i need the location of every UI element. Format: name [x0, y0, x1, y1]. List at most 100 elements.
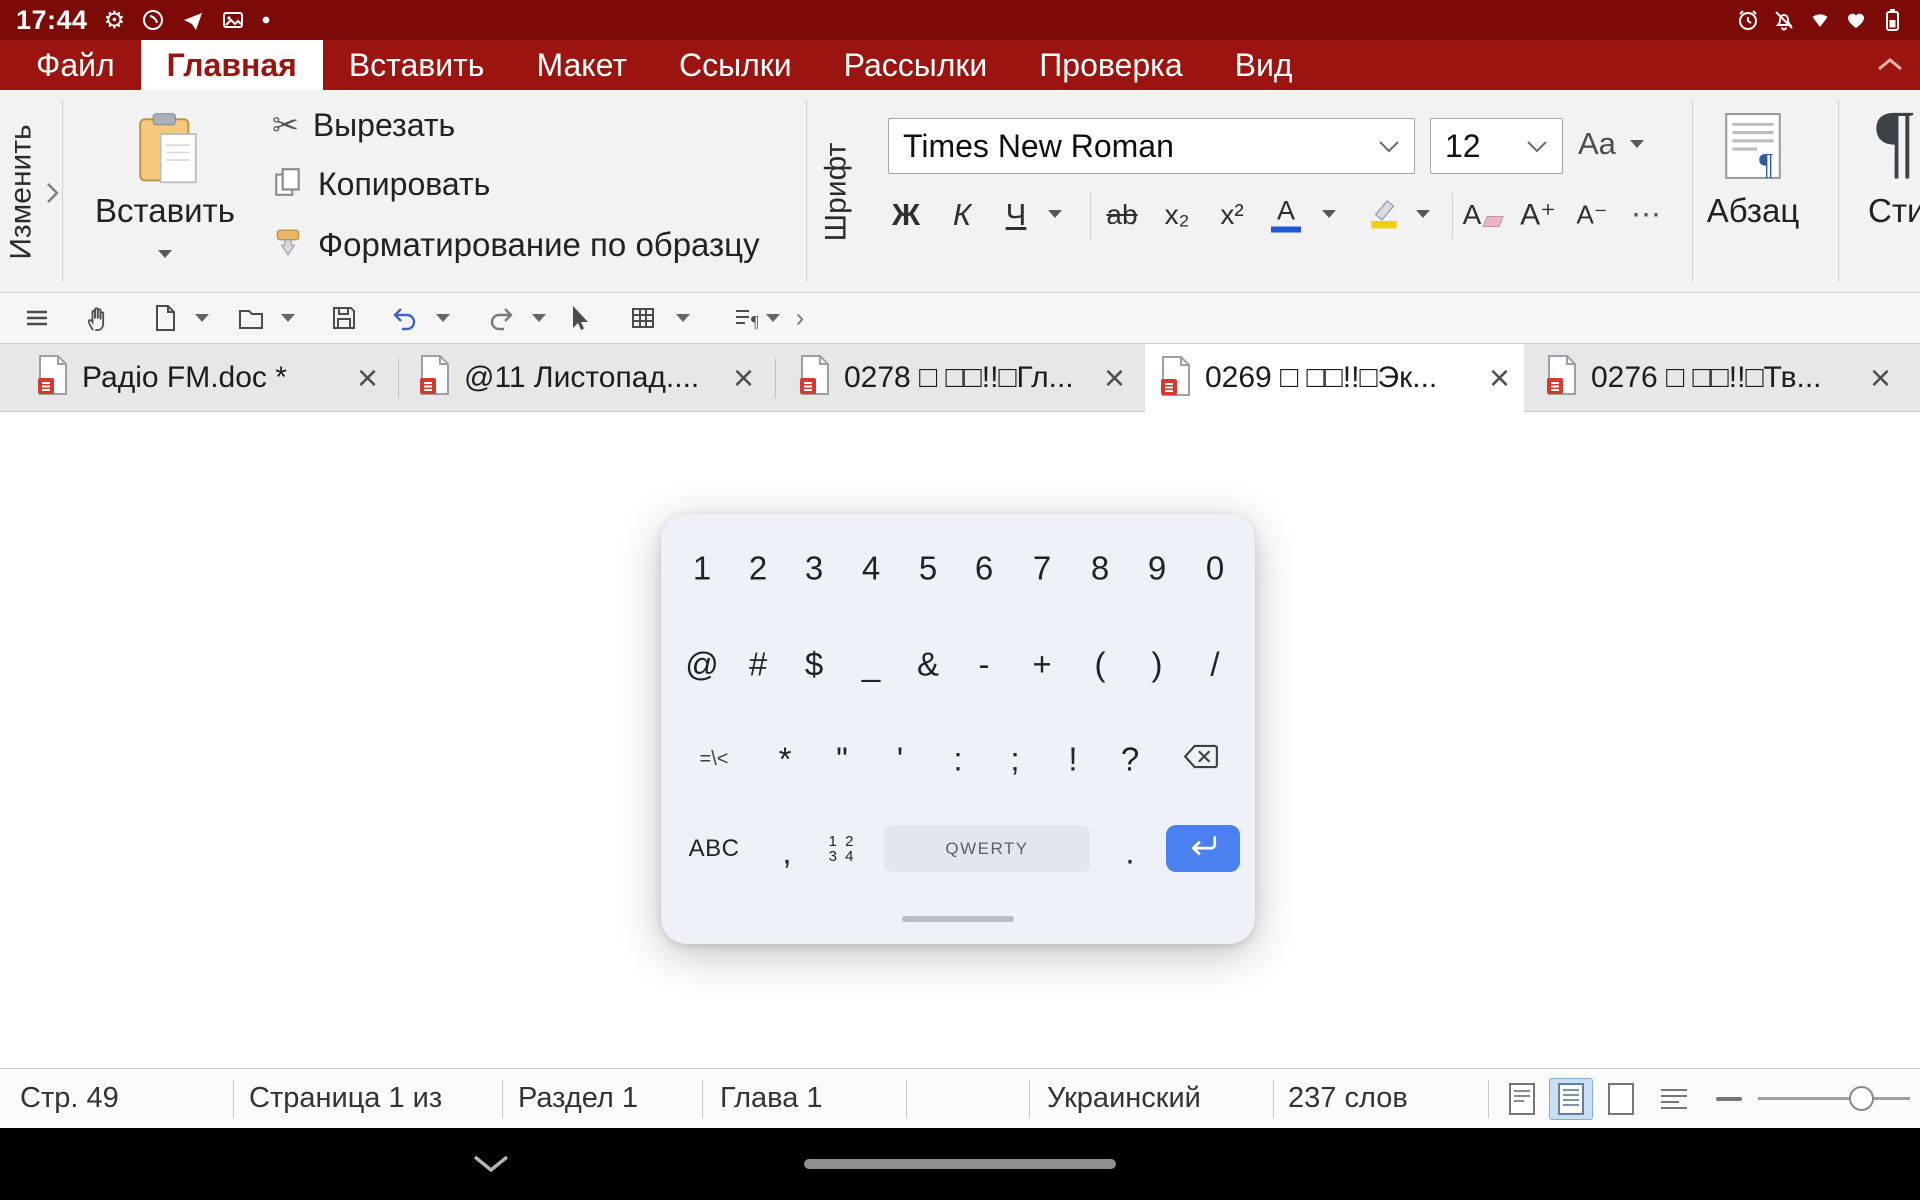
numeric-pad-key[interactable]: 1 2 3 4: [829, 834, 856, 864]
key-ampersand[interactable]: &: [917, 648, 939, 681]
key-plus[interactable]: +: [1032, 648, 1051, 681]
tab-view[interactable]: Вид: [1209, 40, 1319, 90]
tab-review[interactable]: Проверка: [1013, 40, 1208, 90]
highlight-button[interactable]: [1366, 195, 1402, 236]
table-dropdown-icon[interactable]: [676, 314, 690, 322]
underline-dropdown-icon[interactable]: [1048, 210, 1062, 218]
key-paren-open[interactable]: (: [1095, 648, 1106, 681]
insert-table-icon[interactable]: [628, 303, 658, 333]
chevron-right-icon[interactable]: [46, 182, 59, 209]
close-tab-icon[interactable]: ×: [1870, 360, 1891, 396]
zoom-slider-track[interactable]: [1758, 1097, 1910, 1100]
toolbar-overflow-icon[interactable]: ›: [796, 303, 805, 334]
key-0[interactable]: 0: [1206, 552, 1224, 585]
tab-file[interactable]: Файл: [10, 40, 141, 90]
view-full-screen-icon[interactable]: [1599, 1078, 1643, 1120]
key-hash[interactable]: #: [749, 648, 767, 681]
home-pill[interactable]: [804, 1159, 1116, 1169]
key-asterisk[interactable]: *: [779, 743, 792, 776]
tab-insert[interactable]: Вставить: [323, 40, 511, 90]
new-document-dropdown-icon[interactable]: [195, 314, 209, 322]
undo-icon[interactable]: [389, 303, 419, 333]
document-tab-active[interactable]: 0269 □ □□!!□Эк... ×: [1145, 344, 1524, 412]
font-size-combobox[interactable]: 12: [1430, 118, 1563, 174]
save-icon[interactable]: [329, 303, 359, 333]
hide-keyboard-chevron-icon[interactable]: [472, 1154, 510, 1179]
bold-button[interactable]: Ж: [892, 197, 920, 233]
key-6[interactable]: 6: [975, 552, 993, 585]
copy-button[interactable]: Копировать: [272, 166, 490, 203]
language-indicator[interactable]: Украинский: [1047, 1069, 1201, 1127]
close-tab-icon[interactable]: ×: [1489, 360, 1510, 396]
document-tab[interactable]: 0278 □ □□!!□Гл... ×: [784, 344, 1139, 411]
view-mobile-icon[interactable]: [1500, 1078, 1544, 1120]
tab-home[interactable]: Главная: [141, 40, 323, 90]
enter-key[interactable]: [1166, 825, 1240, 872]
key-minus[interactable]: -: [979, 648, 990, 681]
paragraph-group-button[interactable]: ¶: [1724, 112, 1782, 180]
key-underscore[interactable]: _: [862, 648, 880, 681]
highlight-dropdown-icon[interactable]: [1416, 210, 1430, 218]
paste-button[interactable]: [130, 110, 206, 186]
key-doublequote[interactable]: ": [836, 743, 848, 776]
superscript-button[interactable]: x²: [1220, 199, 1243, 231]
document-tab[interactable]: Радіо FM.doc * ×: [22, 344, 392, 411]
view-print-layout-icon[interactable]: [1549, 1078, 1593, 1120]
key-semicolon[interactable]: ;: [1010, 743, 1019, 776]
chevron-down-icon[interactable]: [1378, 140, 1400, 153]
key-4[interactable]: 4: [862, 552, 880, 585]
key-apostrophe[interactable]: ': [897, 743, 903, 776]
view-options-icon[interactable]: [22, 303, 52, 333]
close-tab-icon[interactable]: ×: [733, 360, 754, 396]
clear-formatting-button[interactable]: А: [1463, 199, 1502, 231]
more-formatting-button[interactable]: ⋯: [1631, 198, 1661, 233]
underline-button[interactable]: Ч: [1006, 197, 1027, 233]
view-draft-icon[interactable]: [1652, 1078, 1696, 1120]
period-key[interactable]: .: [1125, 836, 1134, 869]
key-8[interactable]: 8: [1091, 552, 1109, 585]
format-painter-button[interactable]: Форматирование по образцу: [272, 226, 760, 264]
font-color-button[interactable]: А: [1271, 198, 1301, 233]
italic-button[interactable]: К: [953, 197, 971, 233]
backspace-key[interactable]: [1183, 743, 1219, 776]
chevron-down-icon[interactable]: [1526, 140, 1548, 153]
zoom-out-icon[interactable]: [1716, 1097, 1742, 1101]
key-7[interactable]: 7: [1033, 552, 1051, 585]
key-dollar[interactable]: $: [805, 648, 823, 681]
pilcrow-styles-icon[interactable]: ¶: [1876, 92, 1914, 189]
keyboard-drag-handle[interactable]: [902, 916, 1014, 922]
comma-key[interactable]: ,: [782, 836, 791, 869]
key-symbols-shift[interactable]: =\<: [700, 749, 729, 769]
key-at[interactable]: @: [685, 648, 719, 681]
grow-font-button[interactable]: А⁺: [1520, 198, 1556, 233]
key-2[interactable]: 2: [749, 552, 767, 585]
tab-mailings[interactable]: Рассылки: [818, 40, 1014, 90]
font-name-combobox[interactable]: Times New Roman: [888, 118, 1415, 174]
font-color-dropdown-icon[interactable]: [1322, 210, 1336, 218]
new-document-icon[interactable]: [150, 303, 180, 333]
select-cursor-icon[interactable]: [564, 303, 594, 333]
abc-key[interactable]: ABC: [689, 837, 740, 861]
tab-layout[interactable]: Макет: [510, 40, 653, 90]
key-1[interactable]: 1: [693, 552, 711, 585]
key-exclamation[interactable]: !: [1068, 743, 1077, 776]
change-case-button[interactable]: Aa: [1578, 126, 1644, 162]
document-tab[interactable]: 0276 □ □□!!□Тв... ×: [1531, 344, 1905, 411]
zoom-slider-knob[interactable]: [1849, 1086, 1874, 1111]
tab-references[interactable]: Ссылки: [653, 40, 818, 90]
edit-panel-toggle[interactable]: Изменить: [0, 90, 44, 293]
key-colon[interactable]: :: [953, 743, 962, 776]
key-3[interactable]: 3: [805, 552, 823, 585]
document-tab[interactable]: @11 Листопад.... ×: [404, 344, 768, 411]
subscript-button[interactable]: x₂: [1165, 199, 1190, 231]
cut-button[interactable]: ✂ Вырезать: [272, 106, 455, 144]
formatting-marks-dropdown-icon[interactable]: [766, 314, 780, 322]
key-paren-close[interactable]: ): [1152, 648, 1163, 681]
undo-dropdown-icon[interactable]: [436, 314, 450, 322]
redo-icon[interactable]: [487, 303, 517, 333]
pan-hand-icon[interactable]: [83, 303, 113, 333]
formatting-marks-icon[interactable]: ¶: [732, 303, 762, 333]
shrink-font-button[interactable]: А⁻: [1576, 200, 1607, 231]
open-dropdown-icon[interactable]: [281, 314, 295, 322]
key-5[interactable]: 5: [919, 552, 937, 585]
